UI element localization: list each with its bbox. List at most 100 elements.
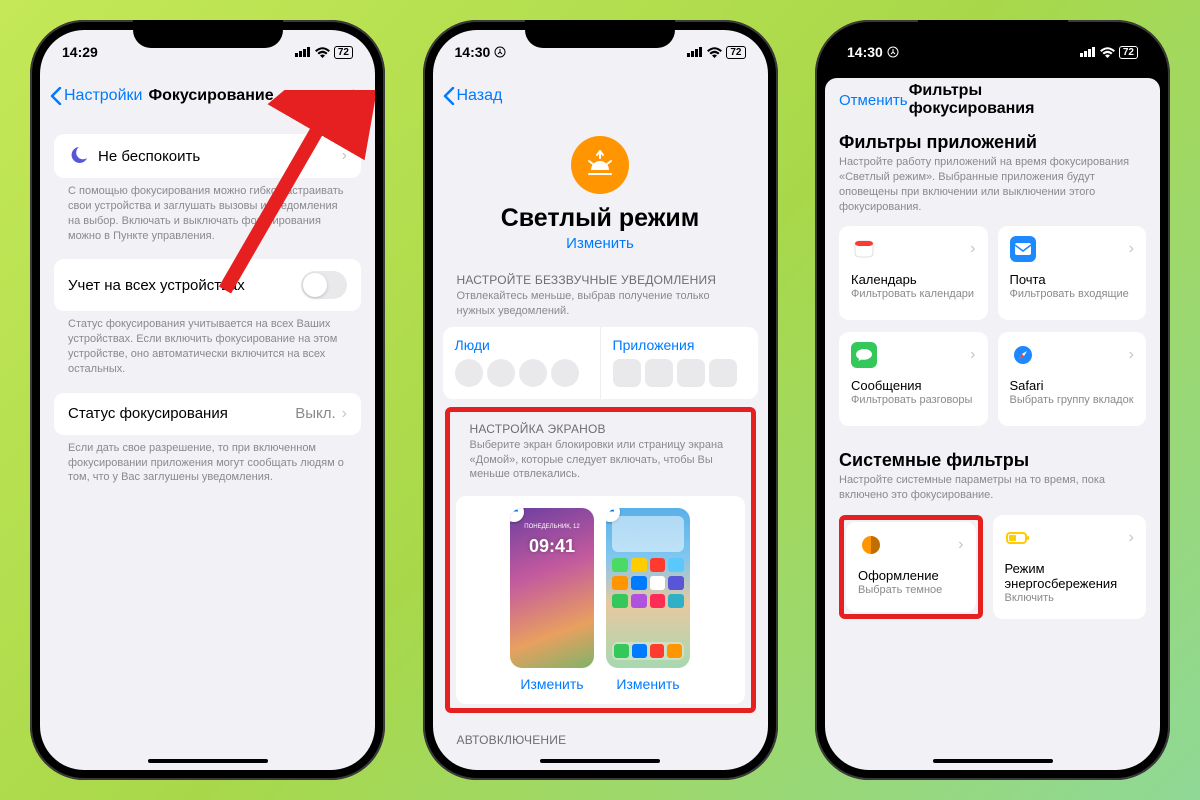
nav-title: Фокусирование: [148, 87, 273, 105]
tile-sub: Фильтровать разговоры: [851, 394, 976, 406]
tile-name: Оформление: [858, 568, 964, 583]
dnd-footer: С помощью фокусирования можно гибко наст…: [54, 178, 361, 243]
phone-frame-1: 14:29 72 Настройки Фокусирование + Не бе…: [30, 20, 385, 780]
status-icons: 72: [1080, 46, 1138, 59]
back-button[interactable]: Назад: [443, 87, 503, 105]
share-footer: Статус фокусирования учитывается на всех…: [54, 311, 361, 376]
chevron-right-icon: ›: [1129, 529, 1134, 547]
screens-sub: Выберите экран блокировки или страницу э…: [456, 438, 745, 491]
chevron-right-icon: ›: [342, 147, 347, 165]
sheet-nav: Отменить Фильтры фокусирования: [825, 78, 1160, 122]
appearance-icon: [858, 532, 884, 558]
edit-home-link[interactable]: Изменить: [606, 676, 690, 692]
battery-icon: 72: [334, 46, 353, 59]
tile-sub: Выбрать темное: [858, 584, 964, 596]
remove-lock-button[interactable]: −: [510, 508, 524, 522]
battery-icon: 72: [726, 46, 745, 59]
phone-frame-2: 14:30 72 Назад Светлый режим Изменить: [423, 20, 778, 780]
lowpower-tile[interactable]: › Режим энергосбережения Включить: [993, 515, 1147, 619]
status-time: 14:30: [847, 44, 883, 60]
status-icons: 72: [295, 46, 353, 59]
apps-label: Приложения: [613, 337, 746, 353]
tile-sub: Фильтровать входящие: [1010, 288, 1135, 300]
nav-bar: Назад: [433, 74, 768, 118]
appearance-tile[interactable]: › Оформление Выбрать темное: [846, 522, 976, 612]
home-indicator[interactable]: [933, 759, 1053, 763]
edit-lock-link[interactable]: Изменить: [510, 676, 594, 692]
sheet-content: Фильтры приложений Настройте работу прил…: [825, 122, 1160, 619]
moon-icon: [68, 146, 88, 166]
chevron-right-icon: ›: [970, 240, 975, 258]
share-toggle[interactable]: [301, 271, 347, 299]
lock-time: 09:41: [510, 536, 594, 557]
people-label: Люди: [455, 337, 588, 353]
dnd-cell[interactable]: Не беспокоить ›: [54, 134, 361, 178]
focus-indicator-icon: [494, 46, 506, 58]
chevron-left-icon: [50, 87, 62, 105]
apps-group-title: Фильтры приложений: [839, 132, 1146, 153]
status-time: 14:30: [455, 44, 491, 60]
chevron-right-icon: ›: [1129, 346, 1134, 364]
screen-2: 14:30 72 Назад Светлый режим Изменить: [433, 30, 768, 770]
tile-sub: Выбрать группу вкладок: [1010, 394, 1135, 406]
share-label: Учет на всех устройствах: [68, 277, 245, 294]
hero-edit-link[interactable]: Изменить: [566, 235, 634, 252]
home-indicator[interactable]: [148, 759, 268, 763]
phone-frame-3: 14:30 72 Отменить Фильтры фокусирования …: [815, 20, 1170, 780]
status-icons: 72: [687, 46, 745, 59]
home-indicator[interactable]: [540, 759, 660, 763]
sheet-title: Фильтры фокусирования: [909, 82, 1077, 118]
auto-header: АВТОВКЛЮЧЕНИЕ: [443, 719, 758, 749]
hero-title: Светлый режим: [443, 204, 758, 233]
tile-name: Почта: [1010, 272, 1135, 287]
screen-3: 14:30 72 Отменить Фильтры фокусирования …: [825, 30, 1160, 770]
chevron-right-icon: ›: [342, 405, 347, 423]
hero: Светлый режим Изменить: [443, 118, 758, 259]
mail-tile[interactable]: › Почта Фильтровать входящие: [998, 226, 1147, 320]
home-screen-thumb[interactable]: − Изменить: [606, 508, 690, 692]
tile-name: Календарь: [851, 272, 976, 287]
chevron-right-icon: ›: [970, 346, 975, 364]
battery-icon: 72: [1119, 46, 1138, 59]
notch: [918, 20, 1068, 48]
status-cell[interactable]: Статус фокусирования Выкл. ›: [54, 393, 361, 435]
nav-bar: Настройки Фокусирование +: [40, 74, 375, 118]
lock-screen-thumb[interactable]: − ПОНЕДЕЛЬНИК, 12 09:41 Изменить: [510, 508, 594, 692]
apps-group-sub: Настройте работу приложений на время фок…: [839, 155, 1146, 214]
people-apps-row: Люди Приложения: [443, 327, 758, 399]
tile-sub: Фильтровать календари: [851, 288, 976, 300]
screens-row: − ПОНЕДЕЛЬНИК, 12 09:41 Изменить −: [456, 496, 745, 704]
appearance-highlight-box: › Оформление Выбрать темное: [839, 515, 983, 619]
share-cell[interactable]: Учет на всех устройствах: [54, 259, 361, 311]
calendar-tile[interactable]: › Календарь Фильтровать календари: [839, 226, 988, 320]
sunrise-icon: [571, 136, 629, 194]
status-footer: Если дать свое разрешение, то при включе…: [54, 435, 361, 486]
tile-name: Сообщения: [851, 378, 976, 393]
back-button[interactable]: Настройки: [50, 87, 142, 105]
chevron-left-icon: [443, 87, 455, 105]
add-button[interactable]: +: [346, 81, 361, 112]
messages-tile[interactable]: › Сообщения Фильтровать разговоры: [839, 332, 988, 426]
tile-sub: Включить: [1005, 592, 1135, 604]
status-time: 14:29: [62, 44, 98, 60]
people-cell[interactable]: Люди: [443, 327, 601, 399]
cancel-button[interactable]: Отменить: [839, 92, 908, 109]
calendar-icon: [851, 236, 877, 262]
focus-indicator-icon: [887, 46, 899, 58]
sheet: Отменить Фильтры фокусирования Фильтры п…: [825, 78, 1160, 770]
chevron-right-icon: ›: [958, 536, 963, 554]
sys-group-sub: Настройте системные параметры на то врем…: [839, 473, 1146, 503]
apps-cell[interactable]: Приложения: [601, 327, 758, 399]
safari-icon: [1010, 342, 1036, 368]
screen-1: 14:29 72 Настройки Фокусирование + Не бе…: [40, 30, 375, 770]
messages-icon: [851, 342, 877, 368]
content: Не беспокоить › С помощью фокусирования …: [40, 118, 375, 770]
status-value: Выкл.: [295, 405, 335, 422]
tile-name: Safari: [1010, 378, 1135, 393]
notch: [525, 20, 675, 48]
screens-highlight-box: НАСТРОЙКА ЭКРАНОВ Выберите экран блокиро…: [445, 407, 756, 714]
mail-icon: [1010, 236, 1036, 262]
notif-header: НАСТРОЙТЕ БЕЗЗВУЧНЫЕ УВЕДОМЛЕНИЯ: [443, 259, 758, 289]
dnd-label: Не беспокоить: [98, 148, 200, 165]
safari-tile[interactable]: › Safari Выбрать группу вкладок: [998, 332, 1147, 426]
